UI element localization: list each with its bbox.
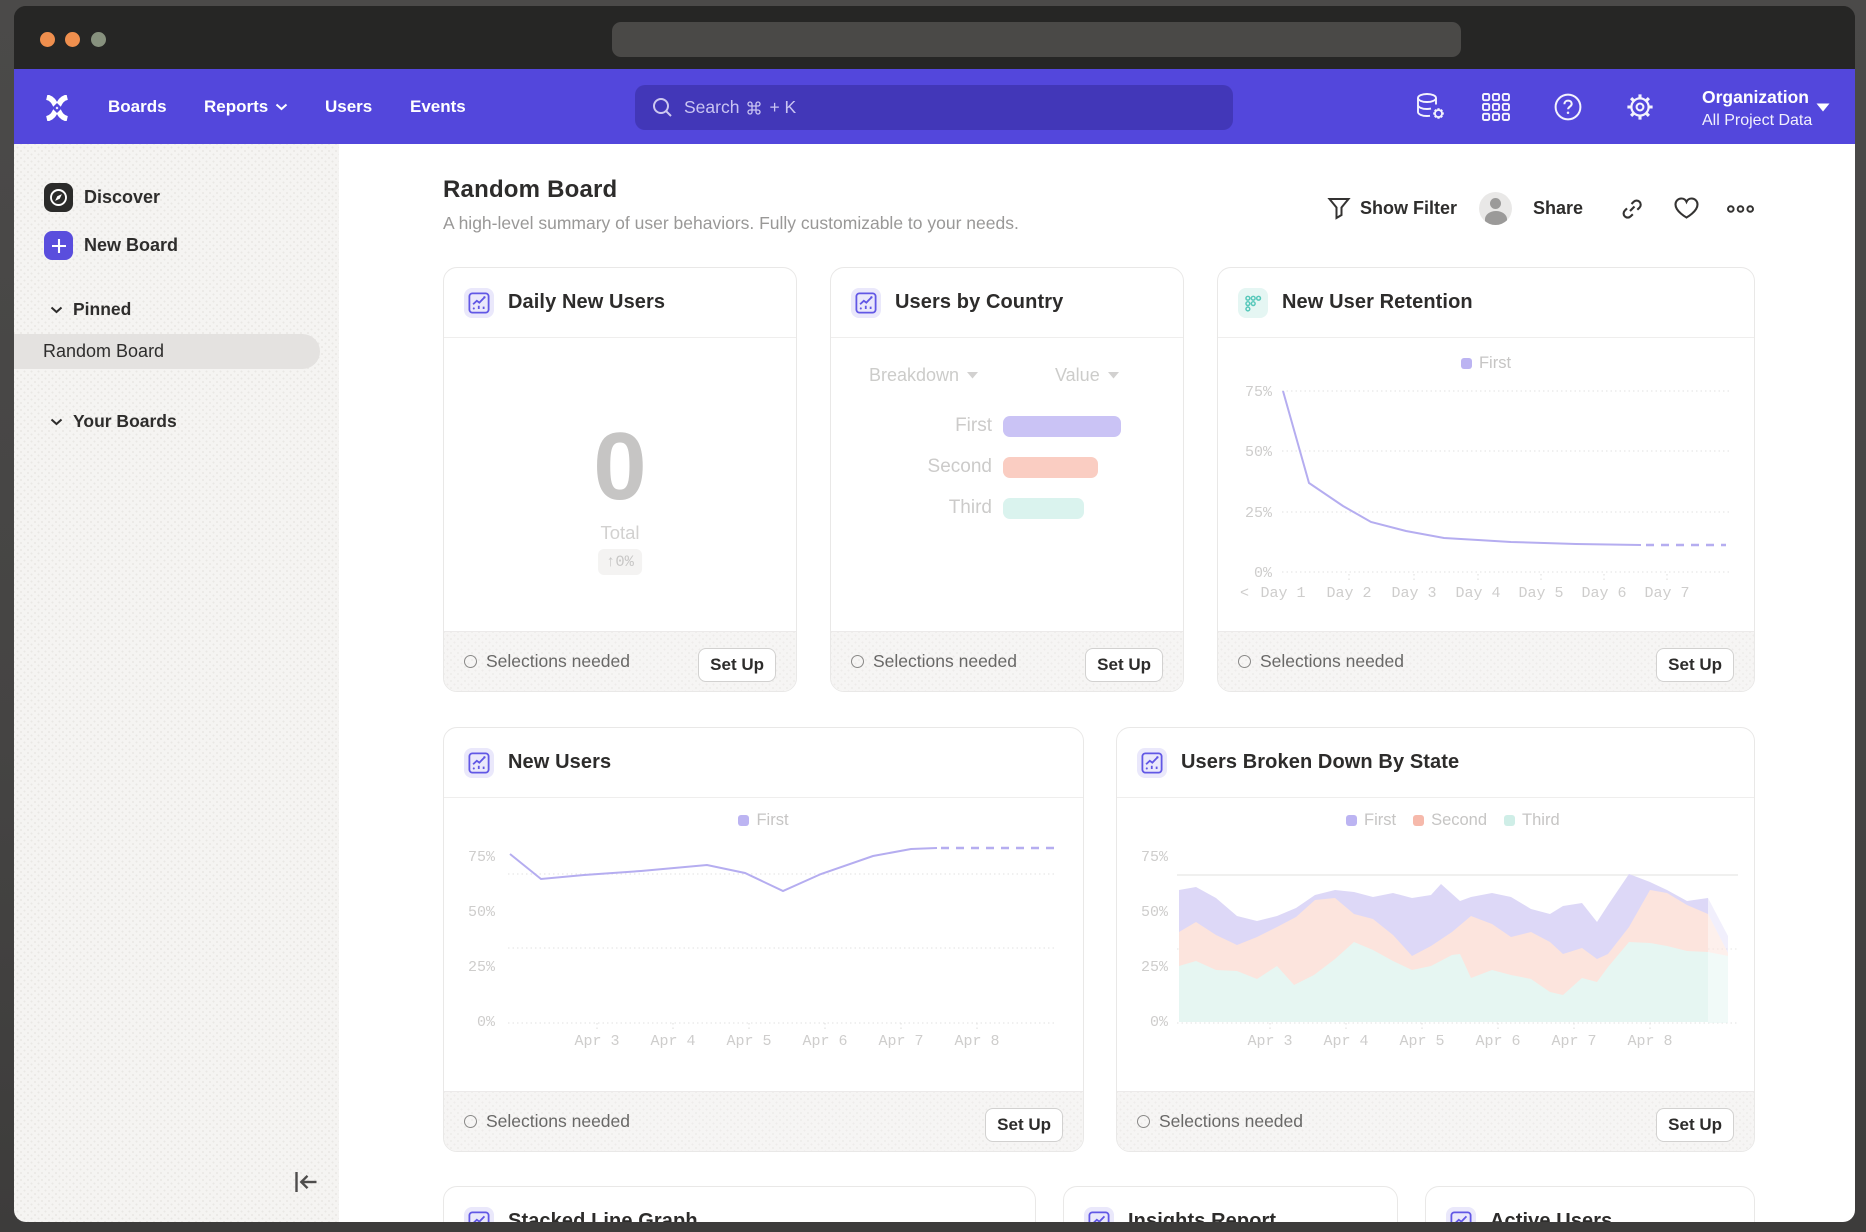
svg-text:Apr 4: Apr 4 (1323, 1033, 1368, 1050)
svg-text:50%: 50% (468, 904, 496, 921)
svg-text:25%: 25% (1245, 505, 1273, 522)
svg-text:Apr 3: Apr 3 (1247, 1033, 1292, 1050)
svg-text:0%: 0% (477, 1014, 496, 1031)
svg-text:Apr 6: Apr 6 (802, 1033, 847, 1050)
svg-text:Apr 7: Apr 7 (878, 1033, 923, 1050)
svg-text:Apr 5: Apr 5 (1399, 1033, 1444, 1050)
svg-text:Apr 8: Apr 8 (1627, 1033, 1672, 1050)
svg-text:Apr 5: Apr 5 (726, 1033, 771, 1050)
svg-text:Apr 7: Apr 7 (1551, 1033, 1596, 1050)
svg-text:Apr 4: Apr 4 (650, 1033, 695, 1050)
svg-text:Day 1: Day 1 (1260, 585, 1305, 602)
svg-text:25%: 25% (468, 959, 496, 976)
svg-text:0%: 0% (1150, 1014, 1169, 1031)
svg-text:0%: 0% (1254, 565, 1273, 582)
svg-text:50%: 50% (1141, 904, 1169, 921)
svg-text:75%: 75% (1245, 384, 1273, 401)
svg-text:25%: 25% (1141, 959, 1169, 976)
svg-text:50%: 50% (1245, 444, 1273, 461)
svg-text:Day 5: Day 5 (1518, 585, 1563, 602)
svg-text:Apr 8: Apr 8 (954, 1033, 999, 1050)
svg-text:Day 3: Day 3 (1391, 585, 1436, 602)
svg-text:Day 2: Day 2 (1326, 585, 1371, 602)
svg-text:<: < (1240, 585, 1249, 602)
svg-text:Apr 3: Apr 3 (574, 1033, 619, 1050)
svg-text:Apr 6: Apr 6 (1475, 1033, 1520, 1050)
svg-text:75%: 75% (468, 849, 496, 866)
svg-text:75%: 75% (1141, 849, 1169, 866)
svg-text:Day 6: Day 6 (1581, 585, 1626, 602)
svg-text:Day 4: Day 4 (1455, 585, 1500, 602)
svg-text:Day 7: Day 7 (1644, 585, 1689, 602)
